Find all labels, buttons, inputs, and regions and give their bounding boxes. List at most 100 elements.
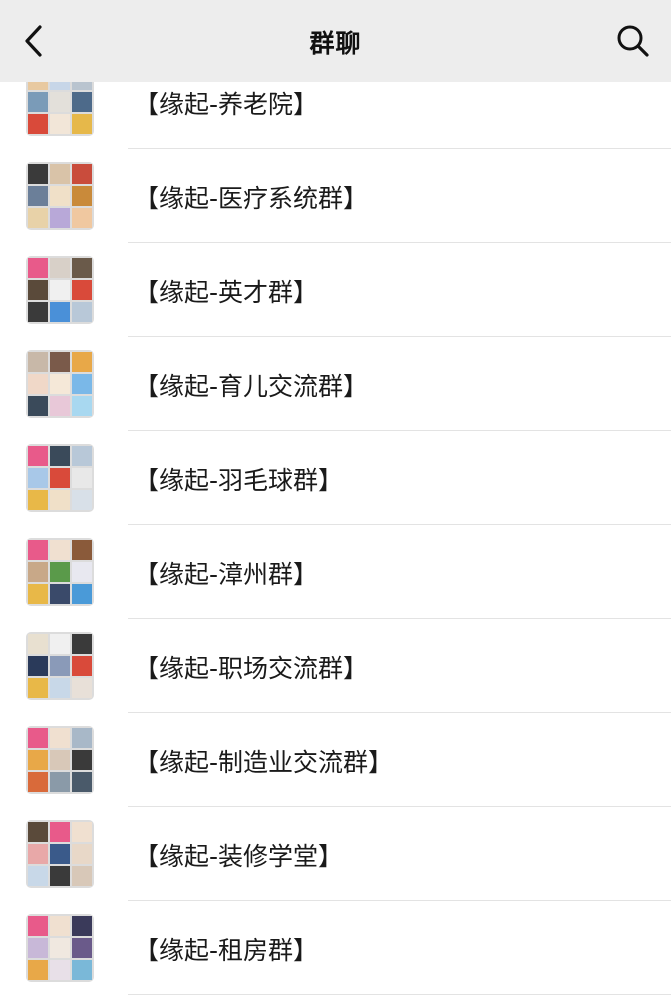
member-avatar-tile <box>50 728 70 748</box>
member-avatar-tile <box>72 446 92 466</box>
member-avatar-tile <box>50 352 70 372</box>
member-avatar-tile <box>50 186 70 206</box>
group-avatar <box>26 162 94 230</box>
member-avatar-tile <box>28 302 48 322</box>
group-avatar <box>26 350 94 418</box>
member-avatar-tile <box>28 678 48 698</box>
member-avatar-tile <box>28 490 48 510</box>
member-avatar-tile <box>72 374 92 394</box>
group-chat-row[interactable]: 【缘起-育儿交流群】 <box>0 337 671 431</box>
member-avatar-tile <box>28 656 48 676</box>
member-avatar-tile <box>28 916 48 936</box>
group-chat-row[interactable]: 【缘起-装修学堂】 <box>0 807 671 901</box>
group-avatar <box>26 444 94 512</box>
member-avatar-tile <box>50 280 70 300</box>
member-avatar-tile <box>50 302 70 322</box>
member-avatar-tile <box>50 584 70 604</box>
member-avatar-tile <box>50 490 70 510</box>
member-avatar-tile <box>50 656 70 676</box>
group-name: 【缘起-英才群】 <box>134 278 319 307</box>
member-avatar-tile <box>50 396 70 416</box>
group-chat-row[interactable]: 【缘起-漳州群】 <box>0 525 671 619</box>
group-name: 【缘起-装修学堂】 <box>134 842 344 871</box>
member-avatar-tile <box>50 540 70 560</box>
member-avatar-tile <box>28 822 48 842</box>
member-avatar-tile <box>72 186 92 206</box>
member-avatar-tile <box>28 396 48 416</box>
member-avatar-tile <box>72 490 92 510</box>
member-avatar-tile <box>72 540 92 560</box>
search-icon <box>617 25 649 57</box>
member-avatar-tile <box>72 916 92 936</box>
group-chat-row[interactable]: 【缘起-制造业交流群】 <box>0 713 671 807</box>
member-avatar-tile <box>72 164 92 184</box>
group-name: 【缘起-漳州群】 <box>134 560 319 589</box>
group-chat-row[interactable]: 【缘起-职场交流群】 <box>0 619 671 713</box>
member-avatar-tile <box>72 584 92 604</box>
group-avatar <box>26 914 94 982</box>
member-avatar-tile <box>50 446 70 466</box>
member-avatar-tile <box>50 960 70 980</box>
search-button[interactable] <box>613 21 653 61</box>
member-avatar-tile <box>72 750 92 770</box>
group-name: 【缘起-育儿交流群】 <box>134 372 369 401</box>
member-avatar-tile <box>50 866 70 886</box>
member-avatar-tile <box>72 822 92 842</box>
member-avatar-tile <box>72 92 92 112</box>
member-avatar-tile <box>28 562 48 582</box>
group-chat-row[interactable]: 【缘起-英才群】 <box>0 243 671 337</box>
member-avatar-tile <box>50 374 70 394</box>
member-avatar-tile <box>28 866 48 886</box>
member-avatar-tile <box>28 186 48 206</box>
member-avatar-tile <box>50 634 70 654</box>
member-avatar-tile <box>72 960 92 980</box>
member-avatar-tile <box>50 938 70 958</box>
member-avatar-tile <box>28 750 48 770</box>
group-chat-list: 【缘起-养老院】 【缘起-医疗系统群】 【缘起-英才群】 【缘起-育儿交流群】 【缘起-… <box>0 55 671 995</box>
member-avatar-tile <box>28 584 48 604</box>
member-avatar-tile <box>72 678 92 698</box>
group-chat-row[interactable]: 【缘起-医疗系统群】 <box>0 149 671 243</box>
member-avatar-tile <box>50 92 70 112</box>
page-title: 群聊 <box>309 29 362 58</box>
member-avatar-tile <box>72 302 92 322</box>
group-avatar <box>26 726 94 794</box>
member-avatar-tile <box>50 114 70 134</box>
group-avatar <box>26 820 94 888</box>
member-avatar-tile <box>50 562 70 582</box>
member-avatar-tile <box>72 938 92 958</box>
member-avatar-tile <box>72 258 92 278</box>
member-avatar-tile <box>72 866 92 886</box>
member-avatar-tile <box>28 634 48 654</box>
member-avatar-tile <box>50 916 70 936</box>
member-avatar-tile <box>72 396 92 416</box>
group-name: 【缘起-羽毛球群】 <box>134 466 344 495</box>
member-avatar-tile <box>50 678 70 698</box>
member-avatar-tile <box>72 634 92 654</box>
member-avatar-tile <box>28 280 48 300</box>
member-avatar-tile <box>50 844 70 864</box>
member-avatar-tile <box>50 208 70 228</box>
member-avatar-tile <box>28 352 48 372</box>
member-avatar-tile <box>72 772 92 792</box>
member-avatar-tile <box>72 844 92 864</box>
member-avatar-tile <box>72 656 92 676</box>
group-avatar <box>26 538 94 606</box>
navigation-bar: 群聊 <box>0 0 671 82</box>
member-avatar-tile <box>28 540 48 560</box>
member-avatar-tile <box>50 772 70 792</box>
member-avatar-tile <box>72 208 92 228</box>
member-avatar-tile <box>28 114 48 134</box>
group-chat-row[interactable]: 【缘起-租房群】 <box>0 901 671 995</box>
member-avatar-tile <box>28 374 48 394</box>
group-name: 【缘起-养老院】 <box>134 90 319 119</box>
member-avatar-tile <box>72 280 92 300</box>
member-avatar-tile <box>72 352 92 372</box>
member-avatar-tile <box>28 960 48 980</box>
member-avatar-tile <box>28 208 48 228</box>
member-avatar-tile <box>50 822 70 842</box>
member-avatar-tile <box>72 114 92 134</box>
member-avatar-tile <box>50 258 70 278</box>
group-chat-row[interactable]: 【缘起-羽毛球群】 <box>0 431 671 525</box>
group-name: 【缘起-职场交流群】 <box>134 654 369 683</box>
